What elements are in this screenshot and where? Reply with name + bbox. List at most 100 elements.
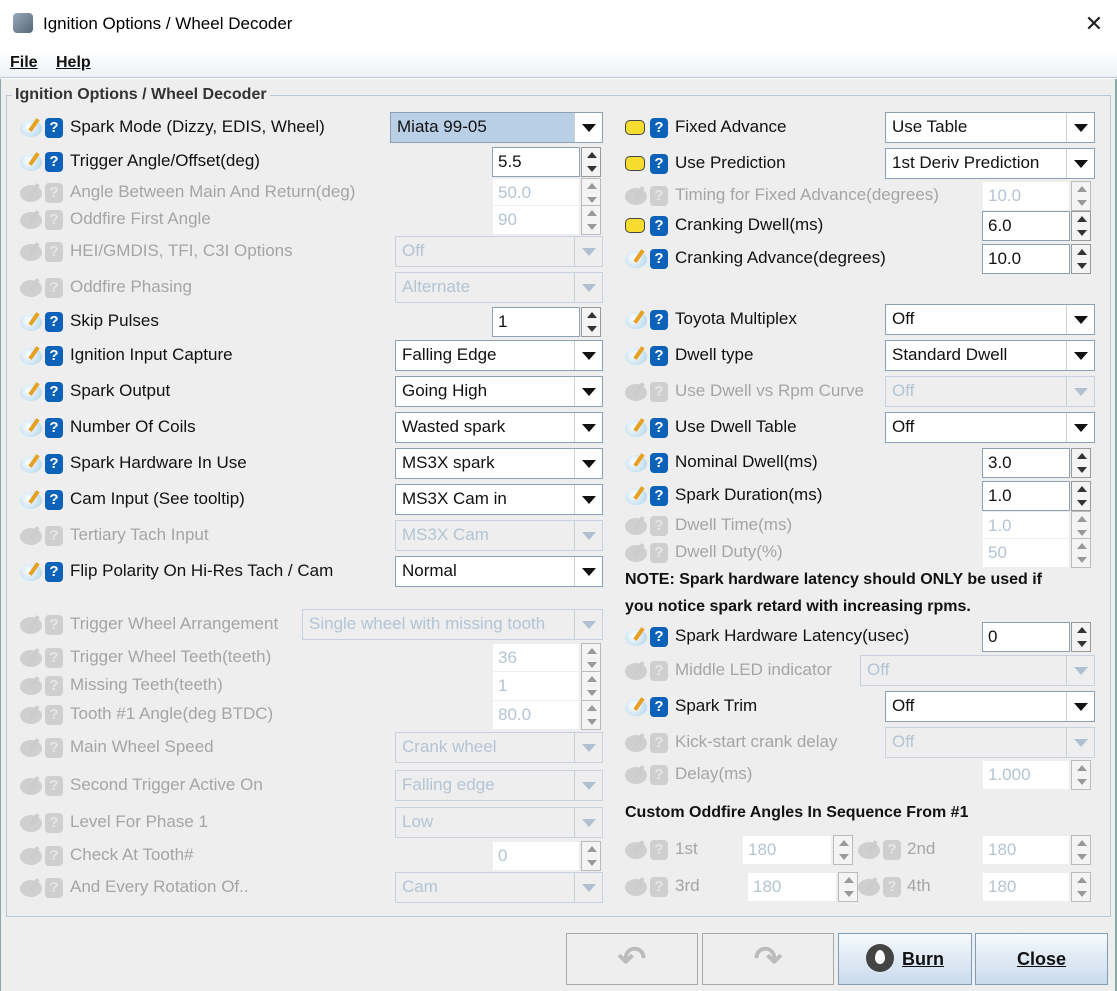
edit-icon[interactable] — [625, 699, 647, 716]
help-icon[interactable]: ? — [650, 118, 668, 138]
chevron-down-icon[interactable] — [1066, 341, 1094, 370]
field-icons: ? — [625, 661, 673, 681]
note-icon[interactable] — [625, 218, 645, 233]
help-icon[interactable]: ? — [650, 697, 668, 717]
undo-button[interactable]: ↶ — [566, 933, 698, 985]
spinner-arrows-icon[interactable] — [1071, 244, 1091, 274]
help-icon[interactable]: ? — [650, 486, 668, 506]
edit-icon[interactable] — [20, 492, 42, 509]
help-icon[interactable]: ? — [650, 216, 668, 236]
edit-icon[interactable] — [20, 456, 42, 473]
dropdown-left-10[interactable]: MS3X spark — [395, 448, 603, 479]
dropdown-right-5[interactable]: Off — [885, 304, 1095, 335]
dropdown-right-0[interactable]: Use Table — [885, 112, 1095, 143]
help-icon[interactable]: ? — [650, 418, 668, 438]
note-icon[interactable] — [625, 120, 645, 135]
edit-icon[interactable] — [625, 420, 647, 437]
dropdown-value: Crank wheel — [402, 737, 497, 756]
chevron-down-icon[interactable] — [1066, 113, 1094, 142]
spinner-right-10[interactable]: 1.0 — [982, 481, 1091, 511]
edit-icon[interactable] — [625, 348, 647, 365]
spinner-arrows-icon — [1071, 835, 1091, 865]
field-label: 1st — [675, 839, 698, 858]
chevron-down-icon[interactable] — [1066, 413, 1094, 442]
help-icon[interactable]: ? — [650, 310, 668, 330]
edit-icon[interactable] — [625, 488, 647, 505]
dropdown-right-1[interactable]: 1st Deriv Prediction — [885, 148, 1095, 179]
dropdown-left-9[interactable]: Wasted spark — [395, 412, 603, 443]
chevron-down-icon — [574, 237, 602, 266]
chevron-down-icon[interactable] — [574, 413, 602, 442]
edit-icon[interactable] — [625, 251, 647, 268]
edit-icon — [625, 735, 647, 752]
help-icon[interactable]: ? — [650, 346, 668, 366]
edit-icon[interactable] — [20, 348, 42, 365]
dropdown-left-8[interactable]: Going High — [395, 376, 603, 407]
close-window-button[interactable]: ✕ — [1071, 0, 1117, 50]
spinner-right-3[interactable]: 6.0 — [982, 211, 1091, 241]
spinner-right-4[interactable]: 10.0 — [982, 244, 1091, 274]
spinner-left-6[interactable]: 1 — [492, 307, 601, 337]
edit-icon[interactable] — [625, 312, 647, 329]
chevron-down-icon[interactable] — [1066, 149, 1094, 178]
help-icon: ? — [45, 615, 63, 635]
dropdown-left-0[interactable]: Miata 99-05 — [390, 112, 603, 143]
edit-icon[interactable] — [625, 455, 647, 472]
note-icon[interactable] — [625, 156, 645, 171]
help-icon[interactable]: ? — [45, 312, 63, 332]
edit-icon[interactable] — [20, 154, 42, 171]
dropdown-right-8[interactable]: Off — [885, 412, 1095, 443]
edit-icon[interactable] — [20, 420, 42, 437]
dropdown-right-15[interactable]: Off — [885, 691, 1095, 722]
spinner-value: 3.0 — [988, 453, 1012, 472]
help-icon[interactable]: ? — [650, 453, 668, 473]
close-button[interactable]: Close — [975, 933, 1108, 985]
menu-help[interactable]: Help — [56, 54, 91, 72]
dropdown-right-6[interactable]: Standard Dwell — [885, 340, 1095, 371]
help-icon[interactable]: ? — [45, 382, 63, 402]
help-icon[interactable]: ? — [650, 154, 668, 174]
field-label: Use Prediction — [675, 153, 786, 172]
help-icon[interactable]: ? — [45, 418, 63, 438]
dropdown-left-7[interactable]: Falling Edge — [395, 340, 603, 371]
chevron-down-icon[interactable] — [1066, 692, 1094, 721]
chevron-down-icon[interactable] — [574, 449, 602, 478]
help-icon[interactable]: ? — [650, 249, 668, 269]
spinner-arrows-icon[interactable] — [1071, 448, 1091, 478]
chevron-down-icon[interactable] — [574, 341, 602, 370]
help-icon[interactable]: ? — [45, 118, 63, 138]
edit-icon[interactable] — [20, 564, 42, 581]
field-icons: ? — [20, 615, 68, 635]
edit-icon[interactable] — [20, 120, 42, 137]
chevron-down-icon[interactable] — [1066, 305, 1094, 334]
help-icon[interactable]: ? — [45, 346, 63, 366]
spinner-left-1[interactable]: 5.5 — [492, 147, 601, 177]
edit-icon[interactable] — [625, 629, 647, 646]
chevron-down-icon[interactable] — [574, 113, 602, 142]
redo-button[interactable]: ↷ — [702, 933, 834, 985]
spinner-right-13[interactable]: 0 — [982, 622, 1091, 652]
latency-note-2: you notice spark retard with increasing … — [625, 598, 971, 615]
dropdown-left-13[interactable]: Normal — [395, 556, 603, 587]
burn-button[interactable]: Burn — [838, 933, 972, 985]
spinner-arrows-icon[interactable] — [1071, 622, 1091, 652]
help-icon[interactable]: ? — [45, 562, 63, 582]
chevron-down-icon[interactable] — [574, 485, 602, 514]
spinner-right-9[interactable]: 3.0 — [982, 448, 1091, 478]
help-icon[interactable]: ? — [45, 454, 63, 474]
field-icons: ? — [625, 765, 673, 785]
chevron-down-icon[interactable] — [574, 377, 602, 406]
help-icon[interactable]: ? — [45, 490, 63, 510]
spinner-right-11: 1.0 — [982, 511, 1091, 541]
edit-icon[interactable] — [20, 314, 42, 331]
dropdown-left-11[interactable]: MS3X Cam in — [395, 484, 603, 515]
spinner-arrows-icon[interactable] — [1071, 211, 1091, 241]
edit-icon[interactable] — [20, 384, 42, 401]
spinner-arrows-icon[interactable] — [1071, 481, 1091, 511]
help-icon[interactable]: ? — [45, 152, 63, 172]
help-icon[interactable]: ? — [650, 627, 668, 647]
spinner-arrows-icon[interactable] — [581, 307, 601, 337]
spinner-arrows-icon[interactable] — [581, 147, 601, 177]
chevron-down-icon[interactable] — [574, 557, 602, 586]
menu-file[interactable]: File — [10, 54, 38, 72]
